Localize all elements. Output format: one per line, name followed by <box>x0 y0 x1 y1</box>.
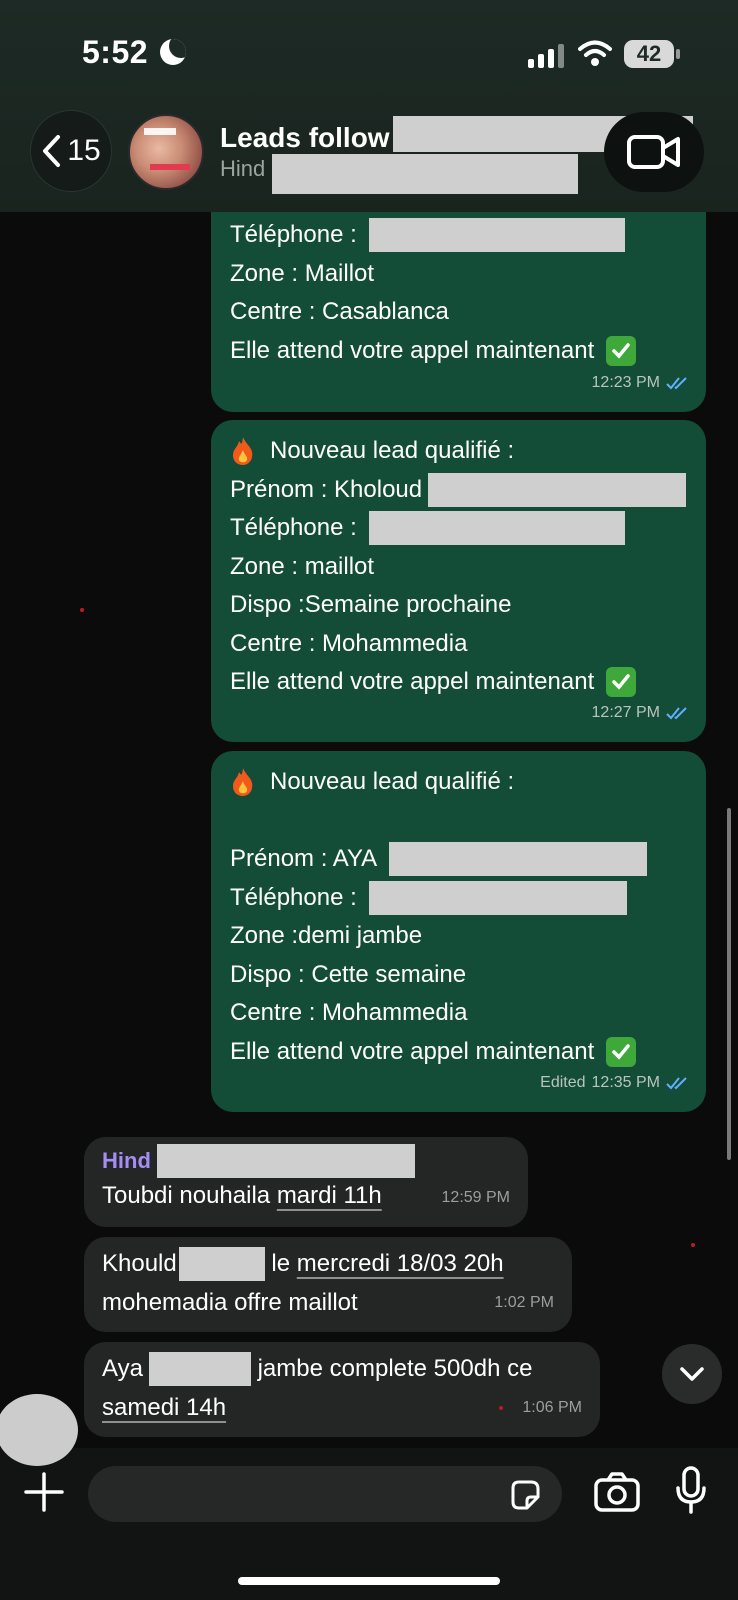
redacted-phone <box>368 511 625 546</box>
home-indicator[interactable] <box>238 1577 500 1585</box>
date-link[interactable]: samedi 14h <box>102 1389 226 1428</box>
message-line: Dispo :Semaine prochaine <box>230 591 512 618</box>
message-input[interactable] <box>88 1466 562 1522</box>
message-bubble-outgoing[interactable]: Nouveau lead qualifié : Prénom : AYA Tél… <box>211 751 706 1112</box>
message-time: 12:23 PM <box>591 373 660 391</box>
camera-icon[interactable] <box>594 1472 640 1512</box>
plus-icon[interactable] <box>24 1472 64 1512</box>
message-bubble-incoming[interactable]: Khould le mercredi 18/03 20h mohemadia o… <box>84 1237 572 1332</box>
message-time: 1:02 PM <box>494 1293 554 1311</box>
double-check-icon <box>666 707 687 720</box>
chat-title[interactable]: Leads follow <box>220 122 390 154</box>
message-line: Centre : Casablanca <box>230 298 449 325</box>
moon-icon <box>160 39 186 65</box>
redacted-name <box>148 1352 251 1387</box>
sender-name[interactable]: Hind <box>102 1142 151 1181</box>
chevron-left-icon <box>43 135 61 167</box>
check-mark-emoji-icon <box>606 1036 637 1067</box>
message-bubble-incoming[interactable]: Aya jambe complete 500dh ce samedi 14h 1… <box>84 1342 600 1437</box>
message-text: mohemadia offre maillot <box>102 1288 358 1316</box>
video-call-button[interactable] <box>604 112 704 192</box>
message-line: Nouveau lead qualifié : <box>270 768 515 795</box>
message-line: Zone : maillot <box>230 552 375 580</box>
redacted-name <box>178 1247 265 1282</box>
unread-count: 15 <box>67 134 101 167</box>
date-link[interactable]: mardi 11h <box>277 1177 382 1216</box>
message-line: Téléphone : <box>230 883 357 911</box>
message-bubble-incoming[interactable]: Hind Toubdi nouhaila mardi 11h 12:59 PM <box>84 1137 528 1227</box>
message-line: Elle attend votre appel maintenant <box>230 668 595 695</box>
message-line: Centre : Mohammedia <box>230 629 468 657</box>
group-avatar[interactable] <box>128 114 204 190</box>
message-time: 12:27 PM <box>591 703 660 721</box>
message-text: jambe complete 500dh ce <box>257 1355 533 1382</box>
message-bubble-outgoing[interactable]: Nouveau lead qualifié : Prénom : Kholoud… <box>211 420 706 742</box>
battery-indicator: 42 <box>624 40 680 68</box>
message-text: Aya <box>102 1355 143 1382</box>
message-text: le <box>271 1250 291 1277</box>
back-button[interactable]: 15 <box>30 110 112 192</box>
redacted-name <box>389 842 648 877</box>
stray-dot <box>80 608 84 612</box>
chevron-down-icon <box>680 1367 704 1381</box>
double-check-icon <box>666 1077 687 1090</box>
redacted-subtitle <box>272 154 578 194</box>
fire-emoji-icon <box>233 437 253 466</box>
message-line: Centre : Mohammedia <box>230 999 468 1026</box>
message-line: Elle attend votre appel maintenant <box>230 336 595 364</box>
message-line: Prénom : AYA <box>230 845 378 872</box>
message-line: Dispo : Cette semaine <box>230 960 467 988</box>
fire-emoji-icon <box>233 768 253 797</box>
sticker-icon[interactable] <box>508 1478 542 1512</box>
message-line: Téléphone : <box>230 221 357 248</box>
chat-header: 5:52 42 15 Leads follow Hind <box>0 0 738 212</box>
scroll-to-bottom-button[interactable] <box>662 1344 722 1404</box>
redacted-sender-number <box>156 1144 415 1178</box>
redacted-phone <box>368 218 625 253</box>
scrollbar[interactable] <box>727 808 731 1160</box>
redacted-name <box>428 472 687 507</box>
message-line: Zone : Maillot <box>230 259 375 287</box>
edited-label: Edited <box>540 1073 586 1091</box>
wifi-icon <box>578 40 612 66</box>
date-link[interactable]: mercredi 18/03 20h <box>297 1245 504 1284</box>
message-line: Prénom : Kholoud <box>230 475 423 503</box>
message-time: 12:59 PM <box>441 1188 510 1206</box>
message-line: Téléphone : <box>230 514 357 541</box>
stray-dot <box>499 1406 503 1410</box>
message-time: 1:06 PM <box>522 1398 582 1416</box>
message-line: Zone :demi jambe <box>230 922 423 949</box>
microphone-icon[interactable] <box>676 1466 706 1514</box>
message-text: Toubdi nouhaila <box>102 1182 271 1209</box>
message-time: 12:35 PM <box>591 1073 660 1091</box>
cellular-signal-icon <box>528 44 564 68</box>
redacted-phone <box>368 880 627 915</box>
double-check-icon <box>666 377 687 390</box>
message-text: Khould <box>102 1250 177 1277</box>
video-camera-icon <box>627 135 680 169</box>
stray-dot <box>691 1243 695 1247</box>
message-line: Nouveau lead qualifié : <box>270 437 515 464</box>
check-mark-emoji-icon <box>606 335 637 366</box>
status-time: 5:52 <box>82 34 149 70</box>
chat-subtitle: Hind <box>220 156 266 181</box>
